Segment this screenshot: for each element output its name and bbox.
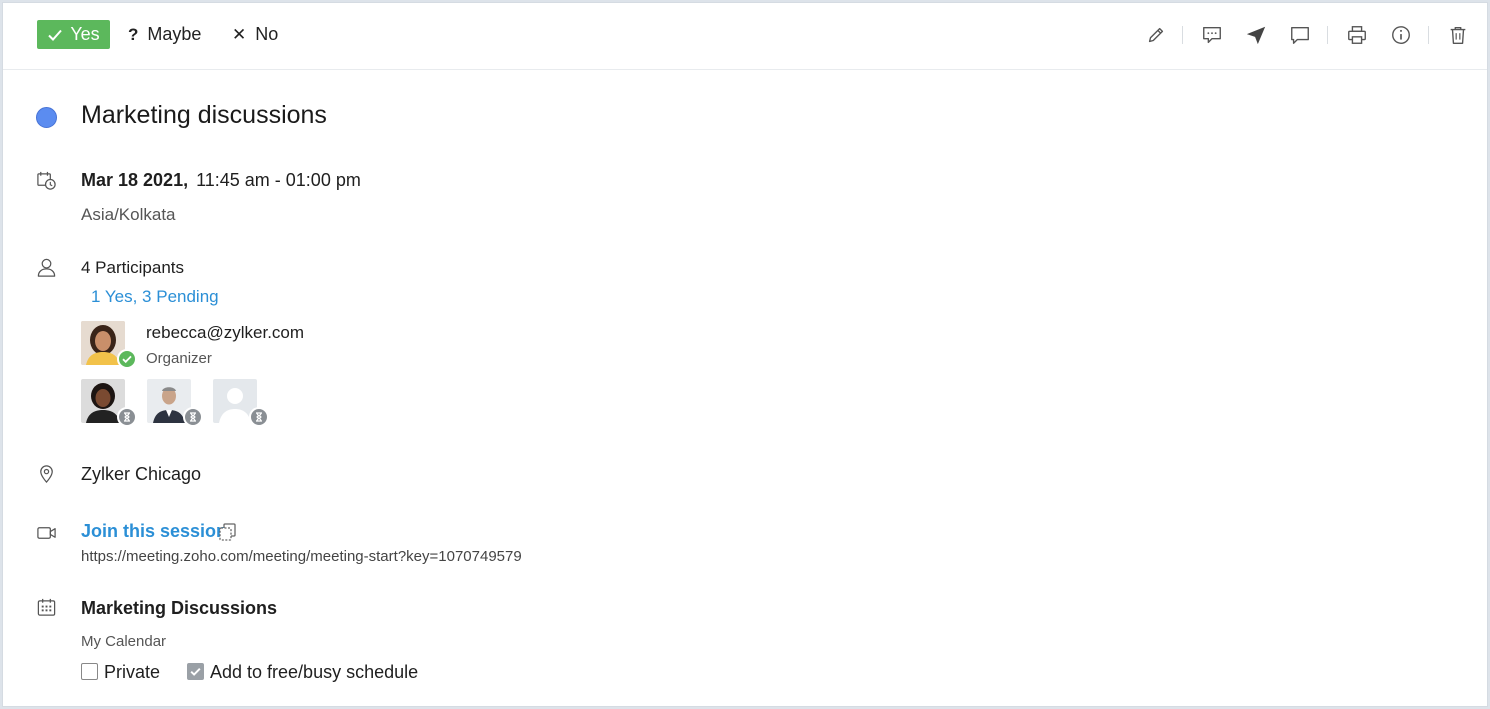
hourglass-icon — [190, 412, 196, 422]
check-icon — [122, 355, 132, 364]
event-toolbar: Yes ? Maybe ✕ No — [3, 3, 1487, 70]
organizer-role: Organizer — [146, 350, 212, 367]
rsvp-no-label: No — [255, 24, 279, 44]
calendar-owner: My Calendar — [81, 633, 167, 650]
check-icon — [190, 668, 201, 676]
check-icon — [48, 29, 63, 41]
calendar-clock-icon — [35, 169, 57, 191]
freebusy-checkbox[interactable] — [187, 663, 204, 680]
event-datetime: Mar 18 2021, 11:45 am - 01:00 pm — [81, 170, 361, 191]
hourglass-icon — [124, 412, 130, 422]
toolbar-divider — [1327, 26, 1328, 44]
rsvp-no-button[interactable]: ✕ No — [232, 20, 278, 49]
event-title: Marketing discussions — [81, 101, 327, 129]
rsvp-yes-label: Yes — [70, 24, 100, 44]
accepted-badge — [117, 349, 137, 369]
delete-icon[interactable] — [1446, 23, 1470, 47]
location-pin-icon — [35, 462, 57, 484]
toolbar-divider — [1182, 26, 1183, 44]
join-session-link[interactable]: Join this session — [81, 521, 227, 542]
calendar-name: Marketing Discussions — [81, 598, 278, 618]
event-location: Zylker Chicago — [81, 464, 202, 484]
private-label: Private — [104, 662, 161, 682]
info-icon[interactable] — [1389, 23, 1413, 47]
rsvp-summary-link[interactable]: 1 Yes, 3 Pending — [91, 287, 219, 307]
hourglass-icon — [256, 412, 262, 422]
rsvp-maybe-label: Maybe — [147, 24, 202, 44]
event-color-dot — [36, 107, 57, 128]
organizer-email: rebecca@zylker.com — [146, 323, 305, 342]
video-camera-icon — [35, 521, 57, 543]
person-icon — [35, 256, 57, 278]
rsvp-yes-button[interactable]: Yes — [37, 20, 110, 49]
send-icon[interactable] — [1244, 23, 1268, 47]
event-date: Mar 18 2021, — [81, 170, 189, 190]
private-checkbox[interactable] — [81, 663, 98, 680]
comment-icon[interactable] — [1200, 23, 1224, 47]
edit-icon[interactable] — [1144, 23, 1168, 47]
calendar-icon — [35, 596, 57, 618]
pending-badge — [183, 407, 203, 427]
participants-count: 4 Participants — [81, 258, 184, 277]
toolbar-divider — [1428, 26, 1429, 44]
meeting-url: https://meeting.zoho.com/meeting/meeting… — [81, 548, 522, 565]
chat-icon[interactable] — [1288, 23, 1312, 47]
event-time: 11:45 am - 01:00 pm — [196, 170, 361, 190]
copy-icon[interactable] — [217, 521, 239, 543]
question-icon: ? — [128, 24, 139, 44]
pending-badge — [249, 407, 269, 427]
freebusy-label: Add to free/busy schedule — [210, 662, 419, 682]
print-icon[interactable] — [1345, 23, 1369, 47]
event-timezone: Asia/Kolkata — [81, 205, 176, 224]
rsvp-maybe-button[interactable]: ? Maybe — [128, 20, 201, 49]
pending-badge — [117, 407, 137, 427]
close-icon: ✕ — [232, 24, 247, 44]
event-details-panel: Yes ? Maybe ✕ No Marketing discussions M… — [2, 2, 1488, 707]
